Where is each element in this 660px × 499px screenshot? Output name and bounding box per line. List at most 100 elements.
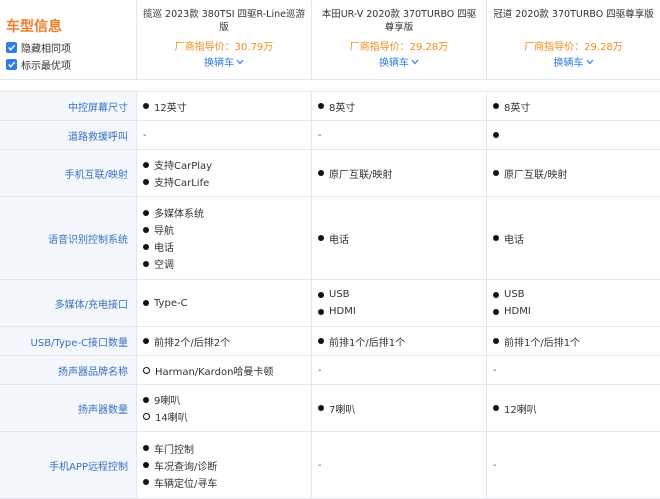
standard-dot-icon: [143, 260, 149, 267]
spec-item: 空调: [143, 255, 305, 272]
spec-item-text: 车门控制: [154, 444, 194, 456]
spec-item: 支持CarPlay: [143, 156, 305, 173]
spec-item-text: 空调: [154, 260, 174, 271]
header-spacer: [0, 80, 660, 91]
standard-dot-icon: [143, 445, 149, 451]
spec-cell: 前排1个/后排1个: [312, 327, 487, 355]
spec-cell: -: [312, 356, 487, 384]
spec-label: 扬声器品牌名称: [0, 356, 137, 384]
standard-dot-icon: [143, 209, 149, 216]
spec-row: USB/Type-C接口数量 前排2个/后排2个 前排1个/后排1个 前排1个/后排1…: [0, 326, 660, 355]
swap-car-label: 换辆车: [379, 58, 409, 69]
standard-dot-icon: [318, 170, 324, 176]
swap-car-label: 换辆车: [553, 58, 584, 69]
spec-cell: 车门控制车况查询/诊断 车辆定位/寻车: [137, 432, 312, 498]
car-name[interactable]: 本田UR-V 2020款 370TURBO 四驱尊享版: [318, 8, 480, 35]
spec-item: USB: [493, 286, 654, 303]
section-title: 车型信息: [6, 19, 62, 35]
spec-item-text: 8英寸: [504, 102, 531, 114]
car-price: 厂商指导价：29.28万: [349, 42, 449, 53]
spec-item: 前排2个/后排2个: [143, 333, 305, 350]
header-options-cell: 车型信息 隐藏相同项 标示最优项: [0, 0, 137, 79]
spec-item-text: 支持CarLife: [154, 178, 210, 189]
spec-item: 14喇叭: [143, 408, 305, 425]
spec-label: 手机互联/映射: [0, 150, 137, 196]
spec-item: 车况查询/诊断: [143, 457, 305, 474]
spec-item-text: 支持CarPlay: [154, 161, 213, 172]
spec-cell: 支持CarPlay 支持CarLife: [137, 150, 312, 196]
no-value-dash: -: [318, 129, 322, 141]
spec-cell: 电话: [487, 197, 660, 279]
swap-car-button[interactable]: 换辆车: [554, 54, 594, 69]
spec-cell: -: [312, 432, 487, 498]
spec-cell: 原厂互联/映射: [312, 150, 487, 196]
standard-dot-icon: [318, 291, 324, 298]
spec-item: 电话: [318, 230, 480, 247]
spec-cell: -: [312, 121, 487, 149]
standard-dot-icon: [143, 462, 149, 468]
standard-dot-icon: [143, 178, 149, 185]
no-value-dash: -: [493, 459, 497, 471]
spec-item: 前排1个/后排1个: [493, 333, 654, 350]
spec-item: Harman/Kardon哈曼卡顿: [143, 362, 305, 379]
standard-dot-icon: [143, 300, 149, 306]
option-mark-best[interactable]: 标示最优项: [6, 56, 136, 73]
spec-item-text: 前排2个/后排2个: [154, 337, 231, 349]
spec-cell: -: [487, 432, 660, 498]
car-name[interactable]: 冠道 2020款 370TURBO 四驱尊享版: [493, 8, 654, 35]
spec-item-text: 7喇叭: [329, 404, 356, 416]
spec-row: 中控屏幕尺寸 12英寸 8英寸 8英寸: [0, 91, 660, 120]
spec-item-text: 车况查询/诊断: [154, 461, 218, 473]
standard-dot-icon: [318, 235, 324, 241]
option-hide-same[interactable]: 隐藏相同项: [6, 39, 136, 56]
spec-item: 前排1个/后排1个: [318, 333, 480, 350]
standard-dot-icon: [493, 170, 499, 176]
standard-dot-icon: [143, 226, 149, 233]
option-label: 标示最优项: [21, 61, 71, 72]
spec-item-text: 电话: [504, 234, 524, 246]
spec-item: [493, 127, 654, 144]
spec-item: HDMI: [318, 303, 480, 320]
car-header-1: 揽巡 2023款 380TSI 四驱R-Line巡游版 厂商指导价：30.79万…: [137, 0, 312, 79]
standard-dot-icon: [318, 308, 324, 315]
standard-dot-icon: [493, 291, 499, 298]
spec-row: 多媒体/充电接口 Type-C USB HDMI USB HDMI: [0, 279, 660, 326]
spec-cell: USB HDMI: [312, 280, 487, 326]
spec-cell: Harman/Kardon哈曼卡顿: [137, 356, 312, 384]
standard-dot-icon: [143, 338, 149, 344]
car-header-3: 冠道 2020款 370TURBO 四驱尊享版 厂商指导价：29.28万 换辆车: [487, 0, 660, 79]
spec-item: 电话: [493, 230, 654, 247]
spec-item: 多媒体系统: [143, 204, 305, 221]
standard-dot-icon: [493, 235, 499, 241]
chevron-down-icon: [411, 59, 419, 64]
spec-item: 电话: [143, 238, 305, 255]
spec-label: 中控屏幕尺寸: [0, 92, 137, 120]
standard-dot-icon: [493, 132, 499, 138]
spec-cell: 前排2个/后排2个: [137, 327, 312, 355]
standard-dot-icon: [143, 103, 149, 109]
spec-cell: 8英寸: [487, 92, 660, 120]
spec-item-text: 8英寸: [329, 102, 356, 114]
car-name[interactable]: 揽巡 2023款 380TSI 四驱R-Line巡游版: [143, 8, 305, 35]
spec-row: 扬声器数量 9喇叭 14喇叭 7喇叭 12喇叭: [0, 384, 660, 431]
spec-item: 导航: [143, 221, 305, 238]
spec-item-text: 9喇叭: [154, 396, 181, 407]
spec-cell: 12喇叭: [487, 385, 660, 431]
spec-label: 扬声器数量: [0, 385, 137, 431]
spec-row: 语音识别控制系统 多媒体系统 导航 电话 空调 电话 电话: [0, 196, 660, 279]
spec-row: 道路救援呼叫 - -: [0, 120, 660, 149]
spec-cell: 电话: [312, 197, 487, 279]
chevron-down-icon: [586, 59, 593, 64]
spec-item: 12英寸: [143, 98, 305, 115]
car-comparison-page: 车型信息 隐藏相同项 标示最优项 揽巡 2023款 380TSI 四驱R-Lin…: [0, 0, 660, 499]
swap-car-button[interactable]: 换辆车: [204, 54, 244, 69]
standard-dot-icon: [143, 479, 149, 485]
spec-item: 8英寸: [493, 98, 654, 115]
checkbox-checked-icon[interactable]: [6, 59, 17, 70]
checkbox-checked-icon[interactable]: [6, 42, 17, 53]
car-price: 厂商指导价：29.28万: [524, 42, 623, 53]
swap-car-button[interactable]: 换辆车: [379, 54, 419, 69]
spec-item-text: 车辆定位/寻车: [154, 478, 218, 490]
spec-item: 7喇叭: [318, 400, 480, 417]
spec-item-text: 原厂互联/映射: [504, 169, 568, 181]
